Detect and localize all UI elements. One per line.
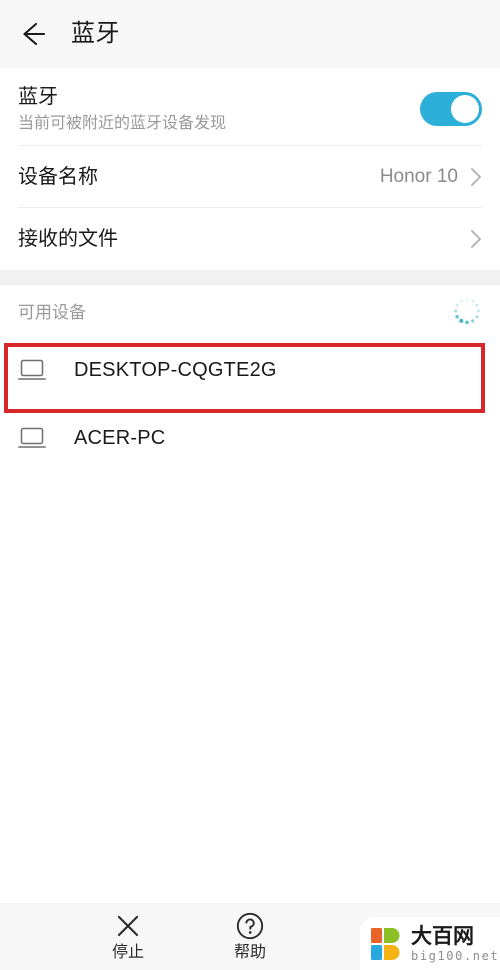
stop-button-label: 停止 [111,944,144,961]
device-row-desktop[interactable]: DESKTOP-CQGTE2G [0,336,500,404]
device-name-label: 设备名称 [18,166,98,188]
section-divider-band [0,270,500,285]
switch-knob [451,95,479,123]
chevron-right-icon [470,167,482,187]
bluetooth-label: 蓝牙 [18,86,58,108]
help-button[interactable]: 帮助 [189,903,311,970]
settings-list: 蓝牙 当前可被附近的蓝牙设备发现 设备名称 Honor 10 接收的文件 [0,68,500,270]
available-devices-header: 可用设备 [0,285,500,336]
watermark-texts: 大百网 big100.net [411,926,499,962]
available-devices-label: 可用设备 [18,303,86,322]
page-title: 蓝牙 [71,20,120,47]
available-devices-list: DESKTOP-CQGTE2G ACER-PC [0,336,500,472]
bluetooth-discoverable-text: 当前可被附近的蓝牙设备发现 [18,115,227,132]
big100-logo-icon [370,927,404,961]
bluetooth-row-texts: 蓝牙 当前可被附近的蓝牙设备发现 [18,84,420,136]
loading-spinner-icon [452,296,482,326]
watermark-cn-text: 大百网 [411,924,474,948]
bluetooth-switch[interactable] [420,92,482,126]
back-arrow-icon[interactable] [17,19,47,49]
close-x-icon [113,911,143,941]
chevron-right-icon [470,229,482,249]
device-name-row[interactable]: 设备名称 Honor 10 [0,146,500,208]
stop-button[interactable]: 停止 [67,903,189,970]
device-name-text: ACER-PC [74,426,166,449]
app-bar: 蓝牙 [0,0,500,68]
laptop-icon [18,358,46,382]
device-name-text: DESKTOP-CQGTE2G [74,358,277,381]
received-files-row[interactable]: 接收的文件 [0,208,500,270]
device-name-value: Honor 10 [379,166,458,187]
device-row-acer[interactable]: ACER-PC [0,404,500,472]
question-circle-icon [235,911,265,941]
watermark: 大百网 big100.net [360,917,500,970]
bluetooth-toggle-row[interactable]: 蓝牙 当前可被附近的蓝牙设备发现 [0,68,500,146]
received-files-label: 接收的文件 [18,228,118,250]
help-button-label: 帮助 [233,944,266,961]
laptop-icon [18,426,46,450]
watermark-en-text: big100.net [411,948,500,963]
